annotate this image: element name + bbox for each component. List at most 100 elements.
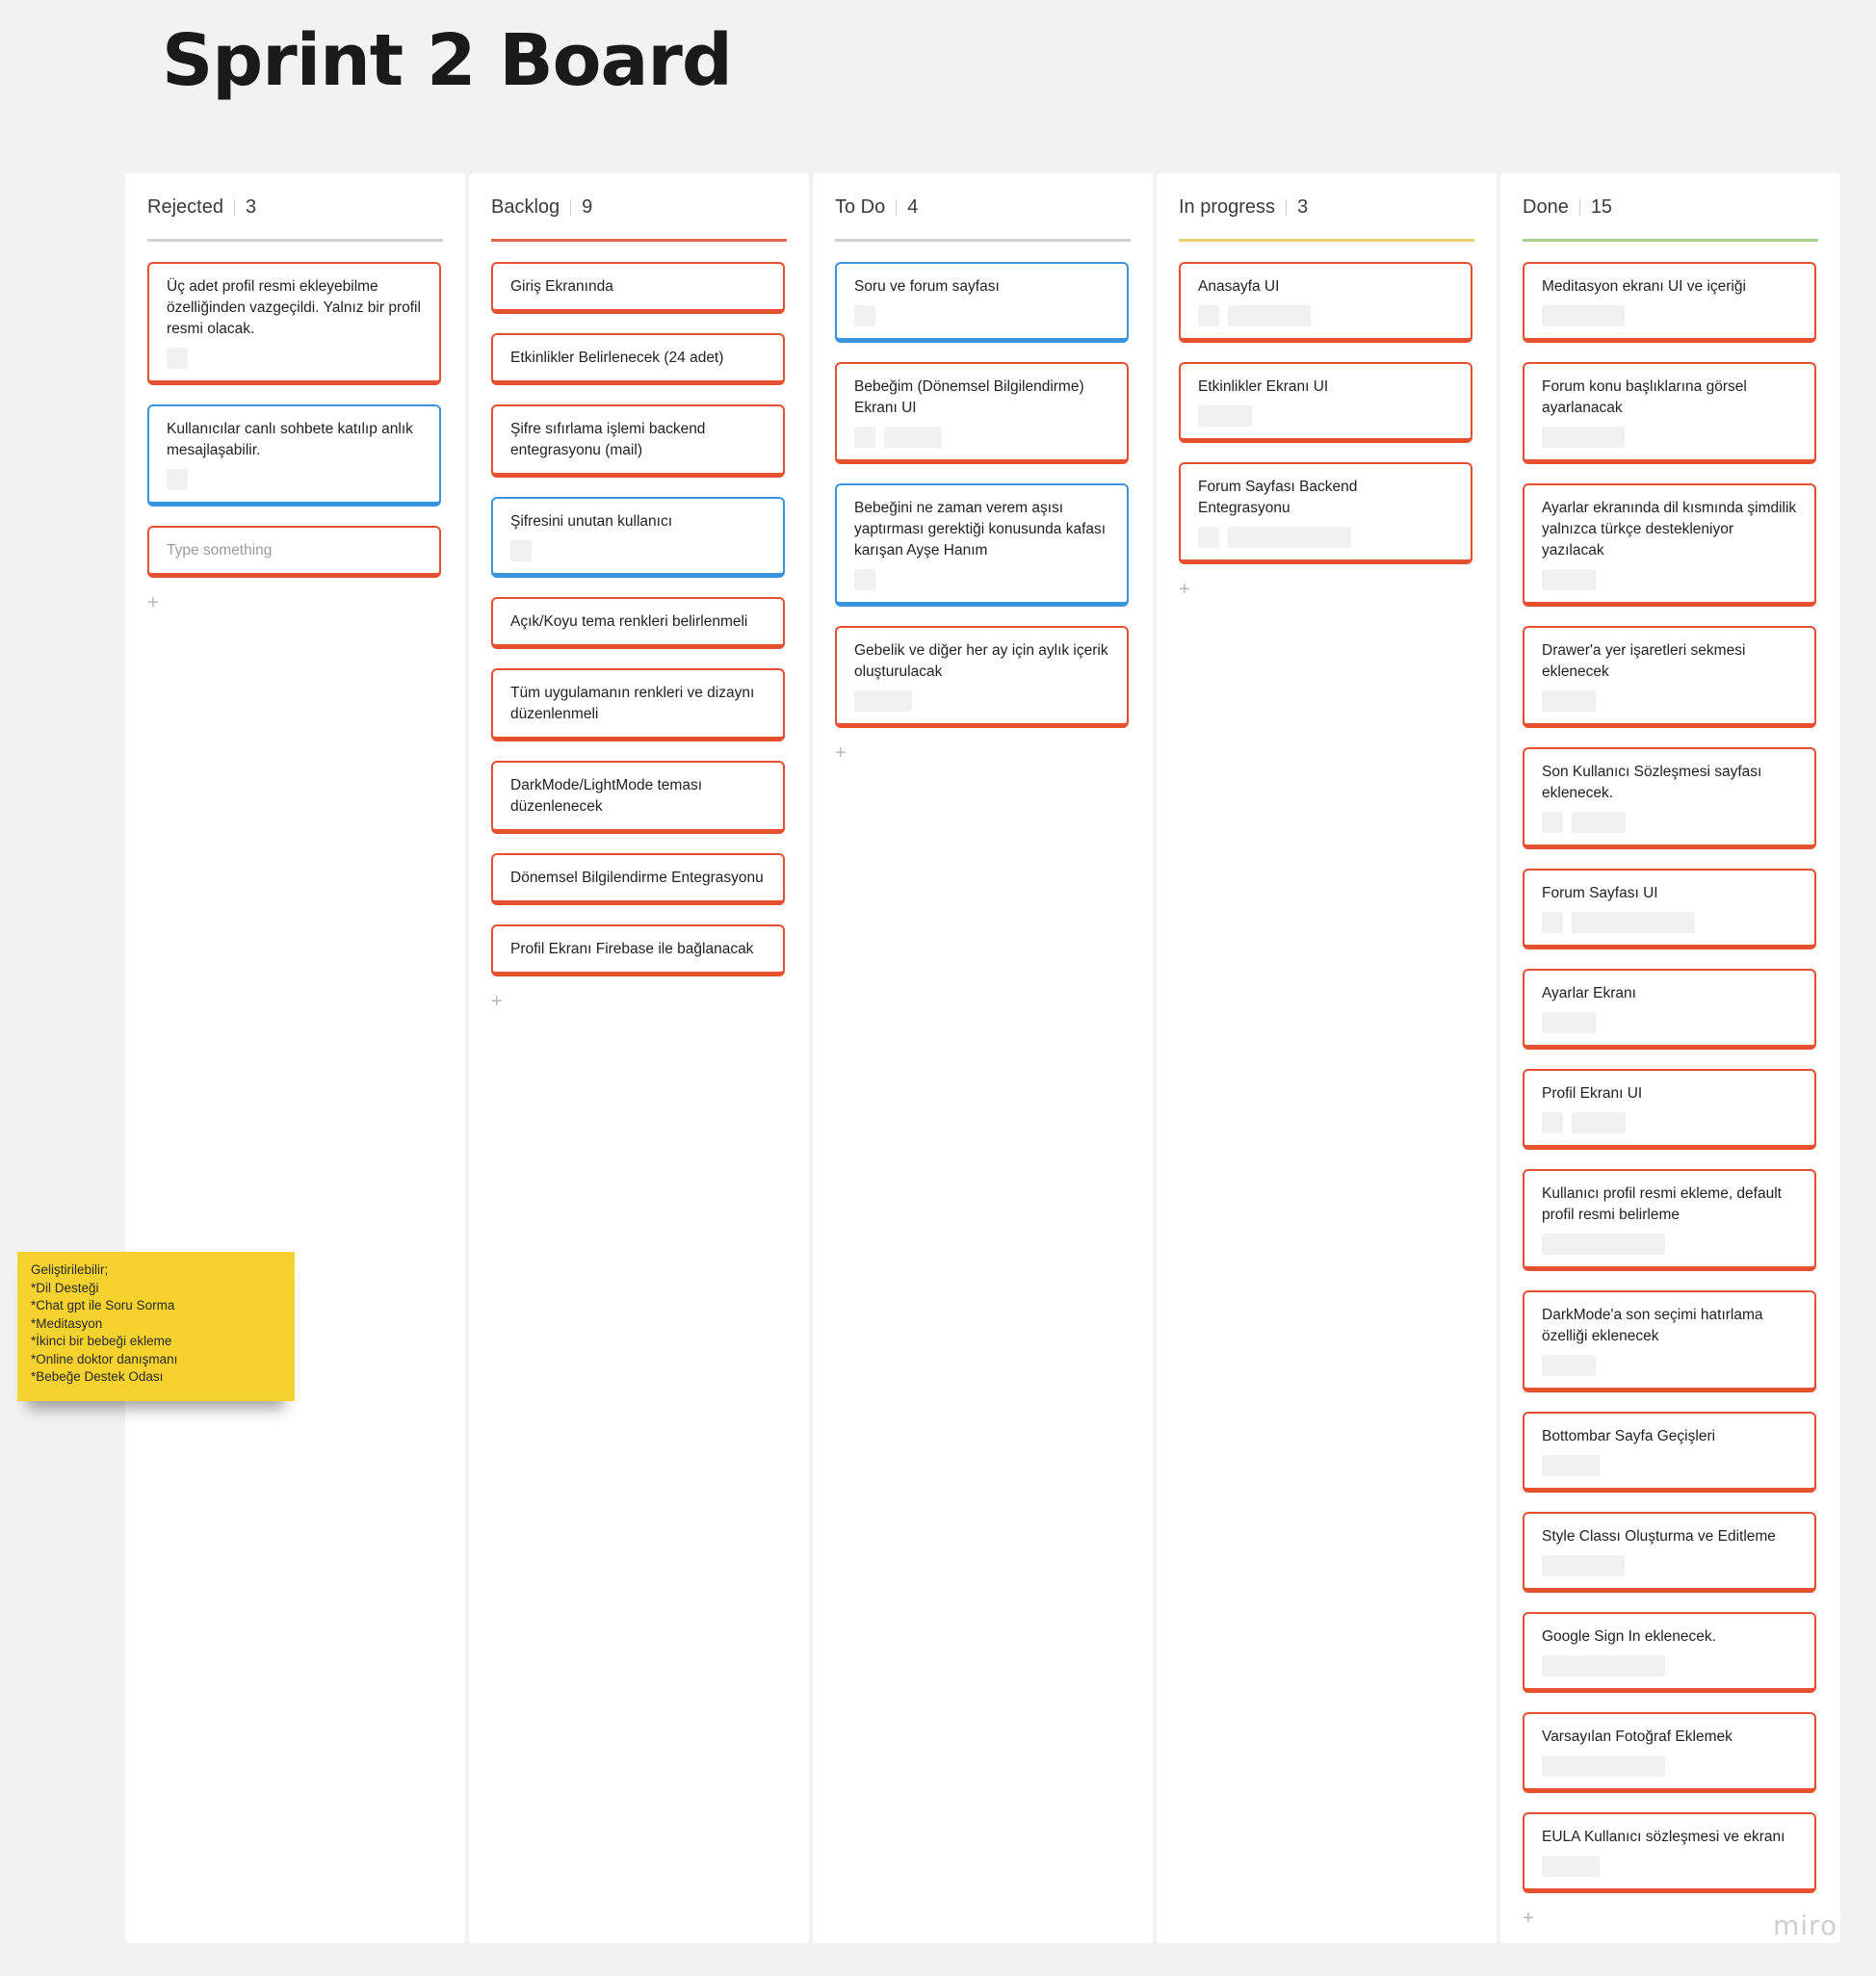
card-tag-placeholder[interactable] <box>1542 690 1596 712</box>
kanban-card[interactable]: Dönemsel Bilgilendirme Entegrasyonu <box>491 853 785 905</box>
card-text: Profil Ekranı UI <box>1542 1085 1643 1102</box>
kanban-card[interactable]: Şifresini unutan kullanıcı <box>491 497 785 578</box>
sticky-line: *Bebeğe Destek Odası <box>31 1369 164 1384</box>
card-tags <box>1542 690 1797 712</box>
kanban-card[interactable]: Etkinlikler Ekranı UI <box>1179 362 1472 443</box>
kanban-card[interactable]: Şifre sıfırlama işlemi backend entegrasy… <box>491 404 785 478</box>
card-tag-placeholder[interactable] <box>1542 1755 1665 1777</box>
column-count: 4 <box>907 195 919 218</box>
column-header[interactable]: Done 15 <box>1523 195 1818 242</box>
card-list: Giriş Ekranında Etkinlikler Belirlenecek … <box>491 262 787 976</box>
kanban-card[interactable]: Soru ve forum sayfası <box>835 262 1129 343</box>
add-card-button[interactable]: + <box>1179 580 1194 599</box>
kanban-card[interactable]: Son Kullanıcı Sözleşmesi sayfası eklenec… <box>1523 747 1816 849</box>
kanban-card[interactable]: Bebeğim (Dönemsel Bilgilendirme) Ekranı … <box>835 362 1129 464</box>
kanban-card[interactable]: Üç adet profil resmi ekleyebilme özelliğ… <box>147 262 441 385</box>
column-header[interactable]: Rejected 3 <box>147 195 443 242</box>
column-header[interactable]: In progress 3 <box>1179 195 1474 242</box>
card-tag-placeholder[interactable] <box>1228 527 1351 548</box>
card-tag-placeholder[interactable] <box>1572 812 1626 833</box>
card-text: Şifre sıfırlama işlemi backend entegrasy… <box>510 421 706 458</box>
card-tag-placeholder[interactable] <box>884 427 942 448</box>
kanban-card[interactable]: Google Sign In eklenecek. <box>1523 1612 1816 1693</box>
card-tags <box>1198 527 1453 548</box>
kanban-card[interactable]: Forum Sayfası UI <box>1523 869 1816 949</box>
card-tag-placeholder[interactable] <box>854 305 875 326</box>
kanban-card[interactable]: Etkinlikler Belirlenecek (24 adet) <box>491 333 785 385</box>
card-tag-placeholder[interactable] <box>167 469 188 490</box>
sticky-note[interactable]: Geliştirilebilir; *Dil Desteği *Chat gpt… <box>17 1252 295 1401</box>
card-text: Ayarlar ekranında dil kısmında şimdilik … <box>1542 500 1797 559</box>
kanban-card[interactable]: Tüm uygulamanın renkleri ve dizaynı düze… <box>491 668 785 741</box>
card-tag-placeholder[interactable] <box>167 348 188 369</box>
kanban-card[interactable]: Bebeğini ne zaman verem aşısı yaptırması… <box>835 483 1129 607</box>
column-header[interactable]: To Do 4 <box>835 195 1131 242</box>
add-card-button[interactable]: + <box>147 593 163 612</box>
column-header[interactable]: Backlog 9 <box>491 195 787 242</box>
card-tag-placeholder[interactable] <box>1542 912 1563 933</box>
card-text: DarkMode'a son seçimi hatırlama özelliği… <box>1542 1307 1763 1344</box>
card-tag-placeholder[interactable] <box>1542 427 1625 448</box>
card-tag-placeholder[interactable] <box>1542 1355 1596 1376</box>
card-tag-placeholder[interactable] <box>1542 1112 1563 1133</box>
card-tag-placeholder[interactable] <box>1542 1655 1665 1677</box>
column-title: To Do <box>835 195 886 218</box>
card-tag-placeholder[interactable] <box>1198 305 1219 326</box>
card-tag-placeholder[interactable] <box>1198 527 1219 548</box>
card-tag-placeholder[interactable] <box>1542 569 1596 590</box>
card-tags <box>1542 1355 1797 1376</box>
kanban-card[interactable]: Meditasyon ekranı UI ve içeriği <box>1523 262 1816 343</box>
card-tag-placeholder[interactable] <box>1572 1112 1626 1133</box>
card-tag-placeholder[interactable] <box>1542 1455 1600 1476</box>
card-tags <box>1542 812 1797 833</box>
kanban-card[interactable]: Forum konu başlıklarına görsel ayarlanac… <box>1523 362 1816 464</box>
kanban-card[interactable]: Ayarlar ekranında dil kısmında şimdilik … <box>1523 483 1816 607</box>
kanban-card[interactable]: Forum Sayfası Backend Entegrasyonu <box>1179 462 1472 564</box>
kanban-card[interactable]: Kullanıcı profil resmi ekleme, default p… <box>1523 1169 1816 1271</box>
card-tag-placeholder[interactable] <box>854 569 875 590</box>
card-tag-placeholder[interactable] <box>1542 1856 1600 1877</box>
kanban-card[interactable]: Açık/Koyu tema renkleri belirlenmeli <box>491 597 785 649</box>
kanban-card[interactable]: DarkMode'a son seçimi hatırlama özelliği… <box>1523 1290 1816 1392</box>
kanban-card[interactable]: Profil Ekranı UI <box>1523 1069 1816 1150</box>
card-tag-placeholder[interactable] <box>1542 305 1625 326</box>
card-tags <box>510 540 766 561</box>
kanban-card[interactable]: Varsayılan Fotoğraf Eklemek <box>1523 1712 1816 1793</box>
card-text: Forum Sayfası Backend Entegrasyonu <box>1198 479 1358 516</box>
kanban-card[interactable]: Style Classı Oluşturma ve Editleme <box>1523 1512 1816 1593</box>
card-tags <box>854 569 1109 590</box>
card-tag-placeholder[interactable] <box>1542 812 1563 833</box>
card-text: Üç adet profil resmi ekleyebilme özelliğ… <box>167 278 421 337</box>
card-tag-placeholder[interactable] <box>1542 1012 1596 1033</box>
sticky-line: *Online doktor danışmanı <box>31 1351 178 1366</box>
card-list: Anasayfa UI Etkinlikler Ekranı UI Forum Sa… <box>1179 262 1474 564</box>
card-tag-placeholder[interactable] <box>854 690 912 712</box>
add-card-button[interactable]: + <box>1523 1909 1538 1928</box>
card-tag-placeholder[interactable] <box>1542 1555 1625 1576</box>
kanban-card[interactable]: Anasayfa UI <box>1179 262 1472 343</box>
card-text: Style Classı Oluşturma ve Editleme <box>1542 1528 1776 1545</box>
kanban-card[interactable]: Drawer'a yer işaretleri sekmesi eklenece… <box>1523 626 1816 728</box>
card-tag-placeholder[interactable] <box>1542 1234 1665 1255</box>
header-divider <box>1578 198 1580 216</box>
card-tag-placeholder[interactable] <box>1228 305 1311 326</box>
card-tag-placeholder[interactable] <box>854 427 875 448</box>
kanban-card[interactable]: Type something <box>147 526 441 578</box>
kanban-card[interactable]: Gebelik ve diğer her ay için aylık içeri… <box>835 626 1129 728</box>
kanban-card[interactable]: Giriş Ekranında <box>491 262 785 314</box>
kanban-card[interactable]: Kullanıcılar canlı sohbete katılıp anlık… <box>147 404 441 507</box>
add-card-button[interactable]: + <box>491 992 507 1011</box>
card-tag-placeholder[interactable] <box>1572 912 1695 933</box>
kanban-card[interactable]: Ayarlar Ekranı <box>1523 969 1816 1050</box>
card-text: Gebelik ve diğer her ay için aylık içeri… <box>854 642 1108 680</box>
kanban-card[interactable]: DarkMode/LightMode teması düzenlenecek <box>491 761 785 834</box>
card-tag-placeholder[interactable] <box>510 540 532 561</box>
kanban-card[interactable]: Bottombar Sayfa Geçişleri <box>1523 1412 1816 1493</box>
card-text: Profil Ekranı Firebase ile bağlanacak <box>510 941 754 957</box>
card-tag-placeholder[interactable] <box>1198 405 1252 427</box>
card-text: Bebeğini ne zaman verem aşısı yaptırması… <box>854 500 1107 559</box>
card-text: Etkinlikler Ekranı UI <box>1198 378 1329 395</box>
add-card-button[interactable]: + <box>835 743 850 763</box>
kanban-card[interactable]: Profil Ekranı Firebase ile bağlanacak <box>491 924 785 976</box>
kanban-card[interactable]: EULA Kullanıcı sözleşmesi ve ekranı <box>1523 1812 1816 1893</box>
